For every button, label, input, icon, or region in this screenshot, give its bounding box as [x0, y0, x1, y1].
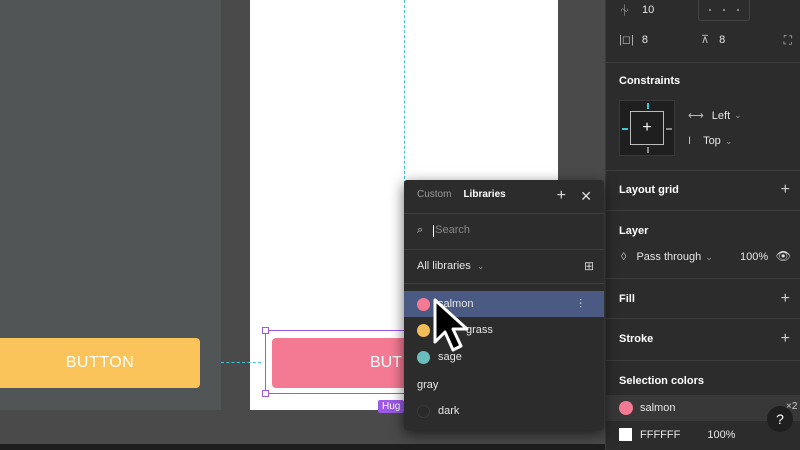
color-name: salmon [640, 402, 676, 414]
color-swatch [619, 401, 633, 415]
hug-size-tag: Hug [378, 400, 405, 413]
alignment-box[interactable] [698, 0, 750, 21]
style-item-dark[interactable]: dark [404, 398, 604, 424]
spacing-value[interactable]: 10 [642, 4, 654, 16]
help-button[interactable]: ? [767, 406, 793, 432]
add-fill-icon[interactable]: + [781, 291, 790, 307]
padding-vertical-row[interactable]: ⊼ 8 [701, 33, 725, 47]
color-swatch [619, 428, 632, 441]
resize-handle-bottom-left[interactable] [262, 390, 269, 397]
horizontal-constraint-icon: ⟷ [688, 110, 704, 122]
vertical-constraint-icon: I [688, 135, 692, 147]
chevron-down-icon: ⌄ [705, 251, 713, 262]
style-name: dark [438, 405, 460, 417]
mouse-cursor-icon [433, 298, 469, 352]
properties-panel: ⏆ 10 |◻| 8 ⊼ 8 ⛶ Constraints + ⟷ Left ⌄ … [605, 0, 800, 450]
padding-horizontal-row[interactable]: |◻| 8 [619, 33, 648, 47]
color-swatch [417, 350, 430, 364]
color-swatch [417, 297, 430, 311]
tab-libraries[interactable]: Libraries [463, 189, 505, 200]
add-layout-grid-icon[interactable]: + [781, 182, 790, 198]
layer-opacity[interactable]: 100% [740, 251, 768, 263]
search-field[interactable]: ⌕ Search [417, 224, 470, 237]
color-swatch [417, 323, 430, 337]
search-icon: ⌕ [417, 224, 424, 236]
padding-vertical-value[interactable]: 8 [719, 34, 725, 46]
divider [606, 360, 800, 361]
constraint-bottom-tick[interactable] [647, 147, 649, 153]
popover-tabs: Custom Libraries [417, 189, 506, 200]
tab-custom[interactable]: Custom [417, 189, 451, 200]
fill-title: Fill [619, 293, 635, 305]
library-filter-dropdown[interactable]: All libraries ⌄ [417, 260, 484, 272]
spacing-between-icon: ⏆ [619, 5, 630, 17]
constraints-title: Constraints [619, 75, 681, 87]
divider [606, 170, 800, 171]
divider [404, 249, 604, 250]
color-opacity: 100% [707, 428, 736, 441]
constraint-vertical-value: Top [703, 135, 721, 147]
style-name: gray [417, 379, 439, 391]
selection-color-white[interactable]: FFFFFF 100% [619, 428, 735, 441]
close-icon[interactable]: ✕ [580, 188, 592, 204]
constraints-widget[interactable]: + [619, 100, 675, 156]
blend-mode-dropdown[interactable]: ◊ Pass through ⌄ [621, 251, 713, 263]
library-filter-label: All libraries [417, 260, 471, 272]
resize-handle-top-left[interactable] [262, 327, 269, 334]
individual-padding-icon[interactable]: ⛶ [784, 33, 792, 48]
constraint-horizontal-dropdown[interactable]: ⟷ Left ⌄ [688, 109, 742, 123]
eye-icon[interactable]: 👁 [776, 249, 791, 263]
search-placeholder: Search [435, 224, 471, 237]
canvas-bottom-bar [0, 444, 605, 450]
divider [404, 283, 604, 284]
layer-title: Layer [619, 225, 649, 237]
adjust-style-icon[interactable]: ⫶ [579, 297, 582, 312]
divider [606, 278, 800, 279]
constraint-vertical-dropdown[interactable]: I Top ⌄ [688, 135, 732, 147]
constraint-top-tick[interactable] [647, 103, 649, 109]
divider [404, 213, 604, 214]
stroke-title: Stroke [619, 333, 654, 345]
chevron-down-icon: ⌄ [734, 110, 742, 120]
padding-horizontal-icon: |◻| [619, 34, 634, 46]
padding-horizontal-value[interactable]: 8 [642, 34, 648, 46]
chevron-down-icon: ⌄ [476, 261, 485, 271]
divider [606, 318, 800, 319]
color-swatch [417, 404, 430, 418]
layout-guide-horizontal [221, 362, 261, 363]
search-input[interactable]: Search [433, 224, 471, 237]
button-label: BUTTON [65, 354, 135, 371]
style-item-gray[interactable]: gray [404, 372, 604, 398]
grid-view-icon[interactable]: ⊞ [584, 259, 594, 273]
divider [606, 210, 800, 211]
add-style-icon[interactable]: + [557, 188, 566, 204]
padding-vertical-icon: ⊼ [701, 34, 710, 46]
constraint-right-tick[interactable] [666, 128, 672, 130]
spacing-row[interactable]: ⏆ 10 [619, 2, 654, 18]
constraint-horizontal-value: Left [711, 109, 731, 122]
chevron-down-icon: ⌄ [724, 135, 733, 146]
add-stroke-icon[interactable]: + [781, 331, 790, 347]
constraint-center[interactable]: + [630, 111, 664, 145]
blend-mode-value: Pass through [636, 251, 702, 263]
selection-color-salmon[interactable]: salmon [619, 401, 675, 415]
selection-colors-title: Selection colors [619, 375, 704, 387]
divider [606, 62, 800, 63]
button-component-yellow[interactable]: BUTTON [0, 338, 200, 388]
layout-grid-title: Layout grid [619, 184, 679, 196]
blend-mode-drop-icon: ◊ [621, 251, 627, 263]
constraint-left-tick[interactable] [622, 128, 628, 130]
color-hex: FFFFFF [640, 428, 681, 441]
